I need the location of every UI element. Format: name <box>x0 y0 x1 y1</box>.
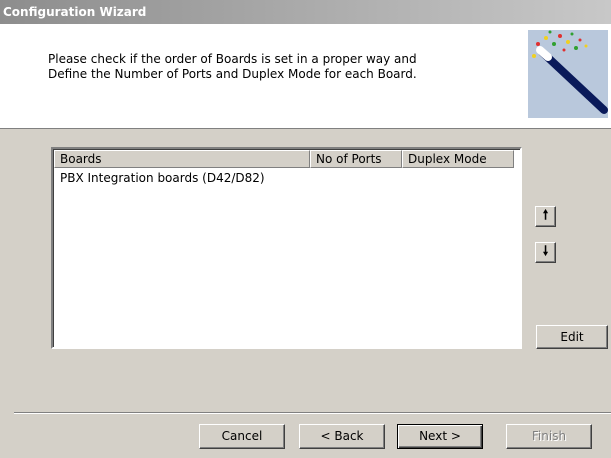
cancel-button[interactable]: Cancel <box>199 424 285 449</box>
window-title-bar[interactable]: Configuration Wizard <box>0 0 611 24</box>
next-button[interactable]: Next > <box>397 424 483 449</box>
list-item-board-name: PBX Integration boards (D42/D82) <box>60 171 265 185</box>
finish-button: Finish <box>506 424 592 449</box>
move-down-button[interactable]: 🠗 <box>535 242 556 263</box>
wizard-header: Please check if the order of Boards is s… <box>0 24 611 129</box>
column-header-duplex-mode[interactable]: Duplex Mode <box>402 150 514 168</box>
next-button-label: Next > <box>419 429 461 443</box>
window-title: Configuration Wizard <box>3 5 147 19</box>
edit-button[interactable]: Edit <box>536 325 608 349</box>
edit-button-label: Edit <box>560 330 584 344</box>
boards-list-view[interactable]: Boards No of Ports Duplex Mode PBX Integ… <box>51 147 522 349</box>
configuration-wizard-window: Configuration Wizard Please check if the… <box>0 0 611 458</box>
back-button[interactable]: < Back <box>299 424 385 449</box>
finish-button-label: Finish <box>531 429 567 443</box>
arrow-up-icon: 🠕 <box>542 208 549 223</box>
cancel-button-label: Cancel <box>221 429 263 443</box>
arrow-down-icon: 🠗 <box>542 244 549 259</box>
list-header: Boards No of Ports Duplex Mode <box>54 150 514 168</box>
column-header-boards[interactable]: Boards <box>54 150 310 168</box>
move-up-button[interactable]: 🠕 <box>535 206 556 227</box>
column-header-no-of-ports[interactable]: No of Ports <box>310 150 402 168</box>
back-button-label: < Back <box>320 429 364 443</box>
list-item[interactable]: PBX Integration boards (D42/D82) <box>60 170 265 186</box>
header-instruction-text: Please check if the order of Boards is s… <box>48 52 417 81</box>
footer-separator <box>14 412 611 414</box>
wizard-wand-icon <box>528 30 608 118</box>
